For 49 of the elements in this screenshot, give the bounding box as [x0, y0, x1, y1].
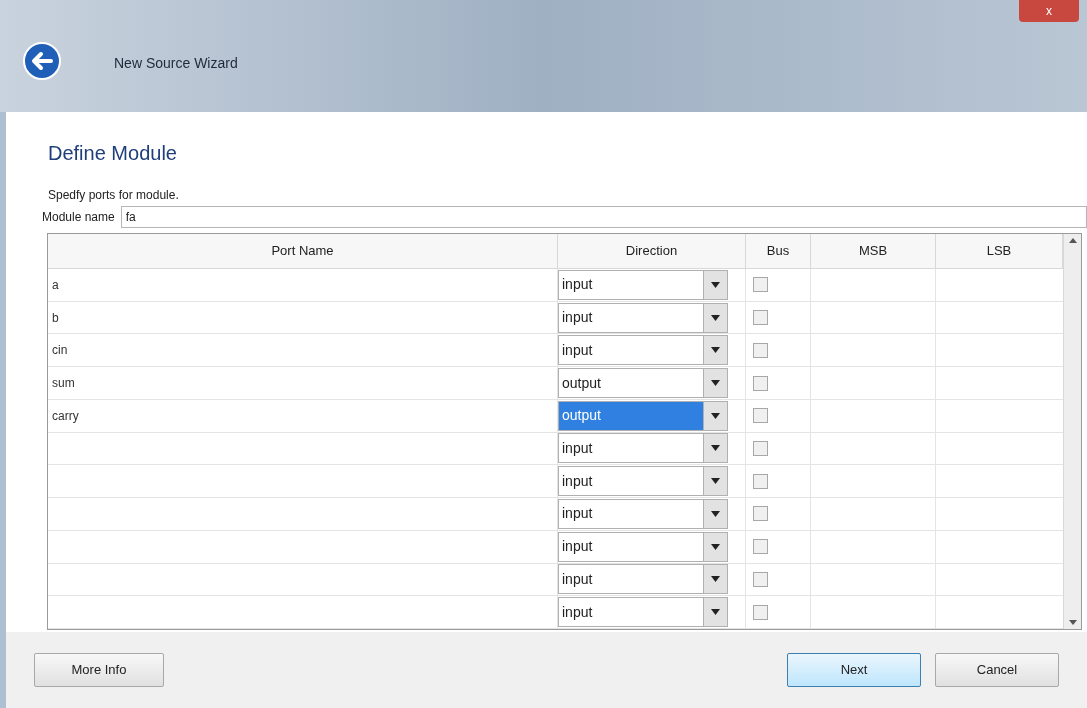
bus-checkbox[interactable]	[753, 342, 768, 358]
bus-checkbox[interactable]	[753, 310, 768, 326]
cancel-button[interactable]: Cancel	[935, 653, 1059, 687]
column-header[interactable]: MSB	[811, 234, 936, 268]
direction-dropdown[interactable]: output	[558, 400, 728, 431]
direction-dropdown[interactable]: input	[558, 466, 728, 497]
scrollbar[interactable]	[1063, 234, 1081, 629]
column-header[interactable]: Direction	[558, 234, 746, 268]
scroll-up-icon[interactable]	[1068, 238, 1077, 243]
bus-checkbox[interactable]	[753, 539, 768, 555]
caret-icon	[711, 478, 720, 485]
column-header[interactable]: Bus	[746, 234, 811, 268]
column-header[interactable]: Port Name	[48, 234, 558, 268]
more-info-button[interactable]: More Info	[34, 653, 164, 687]
caret-icon	[711, 314, 720, 321]
caret-icon	[711, 510, 720, 517]
window-title: New Source Wizard	[114, 53, 238, 73]
caret-icon	[711, 347, 720, 354]
caret-icon	[711, 380, 720, 386]
bus-checkbox[interactable]	[753, 277, 768, 293]
direction-dropdown[interactable]: input	[558, 597, 728, 628]
close-button[interactable]: x	[1019, 0, 1079, 22]
direction-dropdown[interactable]: input	[558, 564, 728, 595]
bus-checkbox[interactable]	[753, 375, 768, 391]
caret-icon	[711, 543, 720, 550]
caret-icon	[711, 281, 720, 288]
direction-dropdown[interactable]: input	[558, 269, 728, 300]
direction-dropdown[interactable]: input	[558, 433, 728, 464]
bus-checkbox[interactable]	[753, 604, 768, 620]
module-name-field[interactable]: fa	[120, 206, 1087, 228]
bus-checkbox[interactable]	[753, 408, 768, 424]
bus-checkbox[interactable]	[753, 506, 768, 522]
instruction-text: Spedfy ports for module.	[48, 187, 180, 204]
direction-dropdown[interactable]: input	[558, 302, 728, 333]
module-name-label: Module name	[42, 209, 115, 226]
direction-dropdown[interactable]: input	[558, 498, 728, 529]
caret-icon	[711, 609, 720, 616]
scroll-down-icon[interactable]	[1068, 620, 1077, 625]
direction-dropdown[interactable]: output	[558, 368, 728, 398]
next-button[interactable]: Next	[787, 653, 921, 687]
bus-checkbox[interactable]	[753, 571, 768, 587]
caret-icon	[711, 576, 720, 583]
direction-dropdown[interactable]: input	[558, 531, 728, 562]
caret-icon	[711, 445, 720, 452]
direction-dropdown[interactable]: input	[558, 335, 728, 366]
bus-checkbox[interactable]	[753, 473, 768, 489]
page-heading: Define Module	[48, 141, 178, 166]
bus-checkbox[interactable]	[753, 440, 768, 456]
caret-icon	[711, 412, 720, 419]
